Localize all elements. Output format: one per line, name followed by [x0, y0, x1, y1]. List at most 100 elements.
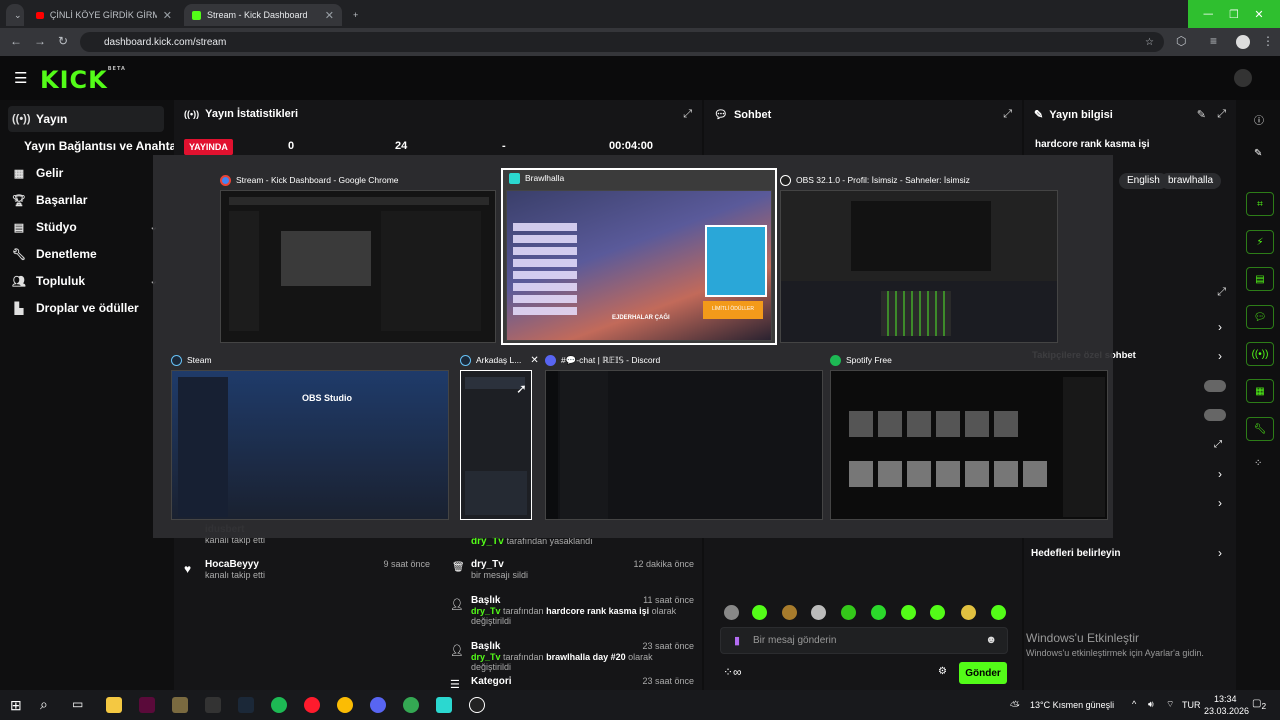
opera-icon[interactable]: [304, 697, 320, 713]
chevron-right-icon[interactable]: ›: [1218, 546, 1222, 560]
weather-icon[interactable]: ⛅︎: [1010, 699, 1020, 714]
list-item: Başlık dry_Tv tarafından hardcore rank k…: [471, 595, 694, 626]
tab-youtube[interactable]: ÇİNLİ KÖYE GİRDİK GİRMEZ OL ✕: [28, 4, 180, 26]
search-icon[interactable]: ⌕: [40, 696, 56, 712]
address-bar-row: ← → ↻ dashboard.kick.com/stream ☆ ⬡ ≡ ⋮: [0, 28, 1280, 56]
brawlhalla-icon[interactable]: [436, 697, 452, 713]
edit-icon[interactable]: ✎: [1197, 108, 1206, 121]
pencil-icon[interactable]: ✎: [1254, 148, 1262, 159]
gear-icon[interactable]: ⚙: [938, 666, 947, 677]
emoji-icon[interactable]: ☻: [985, 634, 997, 646]
hamburger-icon[interactable]: ☰: [14, 69, 27, 87]
mic-icon[interactable]: ▮: [734, 634, 740, 647]
spotify-icon[interactable]: [271, 697, 287, 713]
switcher-window-chrome[interactable]: Stream - Kick Dashboard - Google Chrome: [220, 172, 496, 343]
set-goals-label[interactable]: Hedefleri belirleyin: [1031, 548, 1120, 559]
profile-avatar[interactable]: [1236, 35, 1250, 49]
windows-taskbar: ⊞ ⌕ ▭ ⛅︎ 13°C Kısmen güneşli ^ 🔊︎ ⌔ TUR …: [0, 690, 1280, 720]
task-switcher: Stream - Kick Dashboard - Google Chrome …: [153, 155, 1113, 538]
user-avatar[interactable]: [1234, 69, 1252, 87]
sidebar-item-studyo[interactable]: ▤Stüdyo⌄: [8, 214, 164, 240]
expand-icon[interactable]: ⤢: [1003, 108, 1012, 121]
chrome-icon[interactable]: [403, 697, 419, 713]
chevron-right-icon[interactable]: ›: [1218, 467, 1222, 481]
reload-icon[interactable]: ↻: [58, 34, 68, 48]
close-window-button[interactable]: ✕: [1238, 0, 1280, 28]
rail-button-bolt[interactable]: ⚡︎: [1246, 230, 1274, 254]
switcher-window-steam[interactable]: Steam OBS Studio: [171, 352, 449, 520]
close-icon[interactable]: ✕: [530, 355, 538, 366]
chevron-right-icon[interactable]: ›: [1218, 496, 1222, 510]
obs-icon[interactable]: [469, 697, 485, 713]
sidebar-item-topluluk[interactable]: 👥︎Topluluk⌄: [8, 268, 164, 294]
rail-button-chat[interactable]: 💬︎: [1246, 305, 1274, 329]
toggle-switch[interactable]: [1204, 409, 1226, 421]
external-link-icon[interactable]: ⤢: [1214, 439, 1222, 450]
file-explorer-icon[interactable]: [106, 697, 122, 713]
menu-icon[interactable]: ⋮: [1262, 34, 1274, 48]
chat-message-input[interactable]: ▮ Bir mesaj gönderin ☻: [720, 627, 1008, 654]
epic-games-icon[interactable]: [205, 697, 221, 713]
tab-list-button[interactable]: ⌄: [6, 4, 24, 26]
expand-icon[interactable]: ⤢: [1217, 286, 1226, 299]
tray-chevron-icon[interactable]: ^: [1132, 699, 1136, 709]
rail-button-wrench[interactable]: 🔧︎: [1246, 417, 1274, 441]
url-field[interactable]: dashboard.kick.com/stream ☆: [80, 32, 1164, 52]
send-button[interactable]: Gönder: [959, 662, 1007, 684]
clock-date[interactable]: 23.03.2026: [1204, 706, 1249, 716]
app-icon[interactable]: [139, 697, 155, 713]
media-icon[interactable]: ≡: [1210, 34, 1217, 48]
network-icon[interactable]: ⌔: [1166, 699, 1174, 710]
toggle-switch[interactable]: [1204, 380, 1226, 392]
notification-icon[interactable]: ▢2: [1252, 698, 1266, 711]
kick-points-icon[interactable]: ⁘∞: [723, 665, 742, 679]
window-title: OBS 32.1.0 - Profil: İsimsiz - Sahneler:…: [780, 172, 970, 188]
sidebar-item-gelir[interactable]: ▦ Gelir: [8, 160, 164, 186]
volume-icon[interactable]: 🔊︎: [1148, 699, 1154, 710]
info-icon[interactable]: ⓘ: [1254, 112, 1264, 127]
rail-button-doc[interactable]: ▤: [1246, 267, 1274, 291]
discord-icon[interactable]: [370, 697, 386, 713]
switcher-window-spotify[interactable]: Spotify Free: [830, 352, 1108, 520]
panel-title: ((•)) Yayın İstatistikleri: [184, 108, 299, 120]
weather-text[interactable]: 13°C Kısmen güneşli: [1030, 700, 1114, 710]
close-icon[interactable]: ✕: [163, 9, 172, 22]
sidebar-item-yayin[interactable]: ((•)) Yayın: [8, 106, 164, 132]
switcher-window-friends[interactable]: Arkadaş L... ✕: [460, 352, 539, 520]
sidebar-item-denetleme[interactable]: 🔧︎ Denetleme: [8, 241, 164, 267]
window-thumbnail: LİMİTLİ ÖDÜLLER EJDERHALAR ÇAĞI: [506, 190, 772, 341]
brawl-caption: EJDERHALAR ÇAĞI: [612, 315, 670, 321]
expand-icon[interactable]: ⤢: [1217, 108, 1226, 121]
windows-start-icon[interactable]: ⊞: [10, 697, 26, 713]
kick-logo[interactable]: KICKBETA: [40, 66, 126, 94]
chevron-right-icon[interactable]: ›: [1218, 320, 1222, 334]
url-text: dashboard.kick.com/stream: [104, 36, 227, 48]
expand-icon[interactable]: ⤢: [683, 108, 692, 121]
task-view-icon[interactable]: ▭: [72, 697, 88, 713]
chat-placeholder: Bir mesaj gönderin: [753, 635, 837, 646]
extensions-icon[interactable]: ⬡: [1176, 34, 1186, 48]
app-icon[interactable]: [172, 697, 188, 713]
forward-icon[interactable]: →: [34, 34, 46, 48]
sidebar-item-basarilar[interactable]: 🏆︎ Başarılar: [8, 187, 164, 213]
apps-icon[interactable]: ⁘: [1254, 458, 1262, 469]
clock-time[interactable]: 13:34: [1214, 694, 1237, 704]
tab-kick-dashboard[interactable]: Stream - Kick Dashboard ✕: [184, 4, 342, 26]
chrome-icon[interactable]: [337, 697, 353, 713]
window-thumbnail: [220, 190, 496, 343]
language-indicator[interactable]: TUR: [1182, 700, 1201, 710]
rail-button-focus[interactable]: ⌗: [1246, 192, 1274, 216]
focus-icon: ⌗: [1257, 198, 1263, 210]
chevron-right-icon[interactable]: ›: [1218, 349, 1222, 363]
sidebar-item-droplar[interactable]: ▙ Droplar ve ödüller: [8, 295, 164, 321]
switcher-window-brawlhalla[interactable]: Brawlhalla LİMİTLİ ÖDÜLLER EJDERHALAR ÇA…: [501, 168, 777, 345]
switcher-window-discord[interactable]: #💬-chat | ℝ𝔼𝕀𝕊 - Discord: [545, 352, 823, 520]
back-icon[interactable]: ←: [10, 34, 22, 48]
rail-button-layout[interactable]: ▦: [1246, 379, 1274, 403]
close-icon[interactable]: ✕: [325, 9, 334, 22]
steam-icon[interactable]: [238, 697, 254, 713]
new-tab-button[interactable]: +: [345, 4, 363, 26]
switcher-window-obs[interactable]: OBS 32.1.0 - Profil: İsimsiz - Sahneler:…: [780, 172, 1058, 343]
rail-button-broadcast[interactable]: ((•)): [1246, 342, 1274, 366]
bookmark-star-icon[interactable]: ☆: [1145, 37, 1154, 48]
